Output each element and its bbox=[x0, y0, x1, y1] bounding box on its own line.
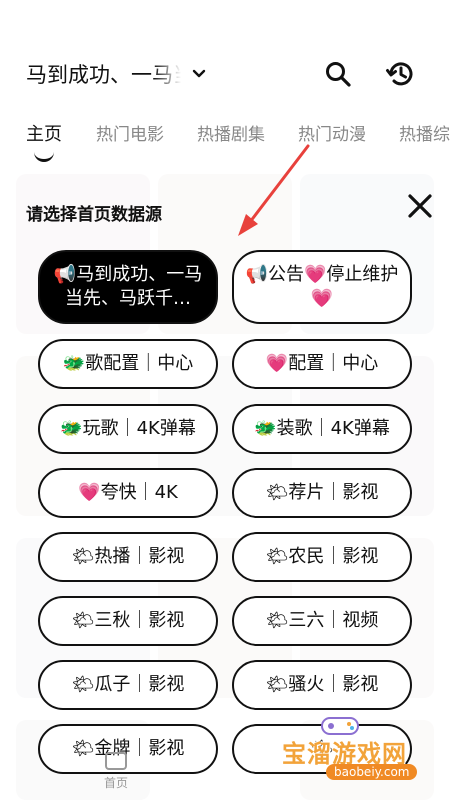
watermark: 宝溜游戏网 baobeiy.com bbox=[276, 708, 450, 800]
category-tabs: 主页 热门电影 热播剧集 热门动漫 热播综 bbox=[0, 112, 450, 164]
source-option-label: 🐲歌配置｜中心 bbox=[62, 352, 194, 374]
tab-hot-anime[interactable]: 热门动漫 bbox=[298, 120, 366, 145]
data-source-selector[interactable]: 马到成功、一马当先 bbox=[26, 56, 207, 92]
source-option[interactable]: 🌤热播｜影视 bbox=[38, 532, 218, 582]
watermark-url: baobeiy.com bbox=[326, 764, 418, 780]
search-icon[interactable] bbox=[320, 56, 356, 92]
source-option-label: 🐲装歌｜4K弹幕 bbox=[254, 417, 390, 439]
tab-hot-variety[interactable]: 热播综 bbox=[399, 120, 450, 145]
home-icon bbox=[105, 752, 127, 770]
source-option-label: 💗配置｜中心 bbox=[265, 352, 379, 374]
close-icon[interactable] bbox=[404, 190, 436, 222]
source-option-selected[interactable]: 📢马到成功、一马当先、马跃千… bbox=[38, 250, 218, 324]
tab-hot-series[interactable]: 热播剧集 bbox=[197, 120, 265, 145]
tab-hot-movies[interactable]: 热门电影 bbox=[96, 120, 164, 145]
source-option-label: 📢马到成功、一马当先、马跃千… bbox=[53, 263, 203, 309]
chevron-down-icon bbox=[191, 66, 207, 82]
source-option-label: 🌤瓜子｜影视 bbox=[71, 673, 185, 695]
bottom-nav-home[interactable]: 首页 bbox=[96, 752, 136, 791]
tab-home[interactable]: 主页 bbox=[26, 120, 62, 146]
history-icon[interactable] bbox=[383, 56, 419, 92]
source-option[interactable]: 🌤三秋｜影视 bbox=[38, 596, 218, 646]
source-option-label: 🌤荐片｜影视 bbox=[265, 481, 379, 503]
data-source-label: 马到成功、一马当先 bbox=[26, 63, 181, 87]
source-option[interactable]: 🌤三六｜视频 bbox=[232, 596, 412, 646]
source-option-label: 🌤骚火｜影视 bbox=[265, 673, 379, 695]
source-option[interactable]: 🌤荐片｜影视 bbox=[232, 468, 412, 518]
source-option[interactable]: 🌤骚火｜影视 bbox=[232, 660, 412, 710]
source-option-label: 🌤三秋｜影视 bbox=[71, 609, 185, 631]
source-option-label: 🐲玩歌｜4K弹幕 bbox=[60, 417, 196, 439]
source-option-label: 💗夸快｜4K bbox=[78, 481, 178, 503]
source-option[interactable]: 🐲玩歌｜4K弹幕 bbox=[38, 404, 218, 454]
source-option[interactable]: 🌤瓜子｜影视 bbox=[38, 660, 218, 710]
active-tab-indicator bbox=[34, 152, 54, 162]
source-option[interactable]: 🐲装歌｜4K弹幕 bbox=[232, 404, 412, 454]
source-option[interactable]: 💗夸快｜4K bbox=[38, 468, 218, 518]
bottom-nav-home-label: 首页 bbox=[103, 776, 128, 790]
source-option-label: 🌤农民｜影视 bbox=[265, 545, 379, 567]
source-option-label: 📢公告💗停止维护💗 bbox=[245, 263, 399, 309]
top-bar: 马到成功、一马当先 bbox=[0, 0, 450, 110]
source-option-label: 🌤三六｜视频 bbox=[265, 609, 379, 631]
source-option[interactable]: 🌤农民｜影视 bbox=[232, 532, 412, 582]
source-option[interactable]: 💗配置｜中心 bbox=[232, 339, 412, 389]
source-option-label: 🌤热播｜影视 bbox=[71, 545, 185, 567]
source-option[interactable]: 📢公告💗停止维护💗 bbox=[232, 250, 412, 324]
source-option[interactable]: 🐲歌配置｜中心 bbox=[38, 339, 218, 389]
sheet-title: 请选择首页数据源 bbox=[26, 205, 162, 225]
